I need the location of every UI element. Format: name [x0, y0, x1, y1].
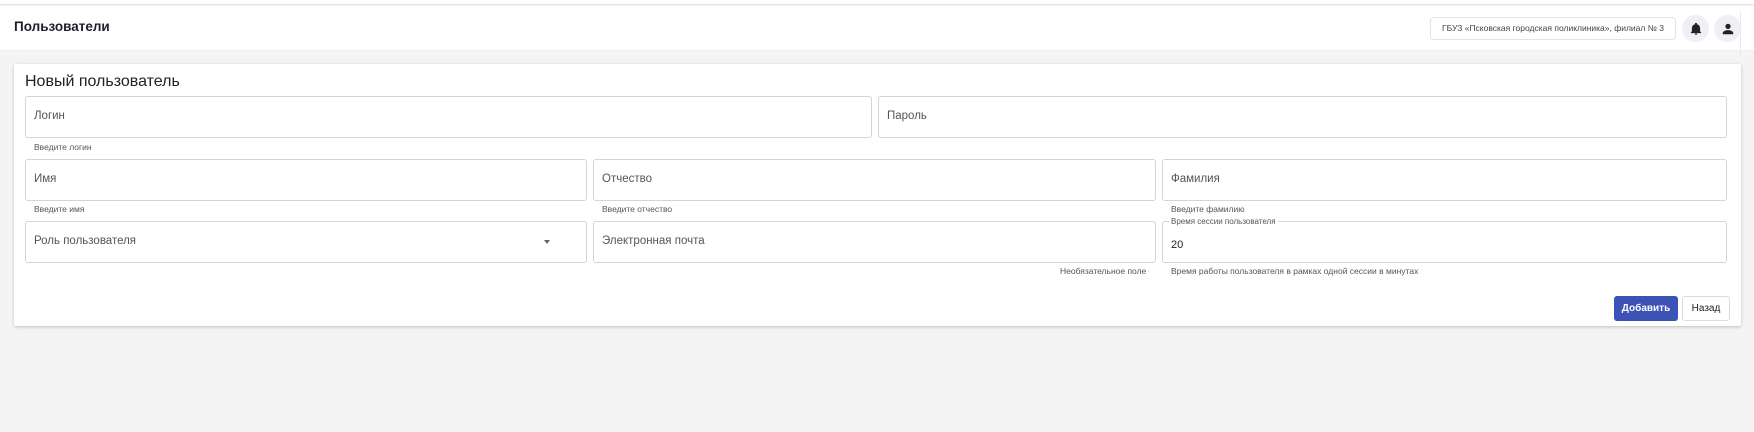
patronymic-field[interactable]: Отчество: [593, 159, 1156, 201]
new-user-form: Новый пользователь Логин Введите логин П…: [14, 64, 1741, 326]
email-label: Электронная почта: [602, 235, 705, 247]
form-title: Новый пользователь: [25, 73, 180, 90]
account-button[interactable]: [1714, 15, 1741, 42]
top-edge: [0, 0, 1754, 5]
role-label: Роль пользователя: [34, 235, 137, 247]
first-name-hint: Введите имя: [34, 204, 85, 214]
session-time-field[interactable]: Время сессии пользователя 20: [1162, 217, 1727, 263]
login-field[interactable]: Логин: [25, 96, 872, 138]
user-icon: [1722, 23, 1733, 34]
patronymic-label: Отчество: [602, 173, 652, 185]
role-select[interactable]: Роль пользователя: [25, 221, 587, 263]
first-name-label: Имя: [34, 173, 57, 185]
chevron-down-icon[interactable]: [544, 240, 550, 244]
bell-icon: [1690, 22, 1701, 35]
session-time-hint: Время работы пользователя в рамках одной…: [1171, 266, 1419, 276]
password-label: Пароль: [887, 110, 927, 122]
last-name-field[interactable]: Фамилия: [1162, 159, 1727, 201]
login-label: Логин: [34, 110, 65, 122]
notifications-button[interactable]: [1682, 15, 1709, 42]
last-name-hint: Введите фамилию: [1171, 204, 1245, 214]
password-field[interactable]: Пароль: [878, 96, 1727, 138]
email-hint: Необязательное поле: [1060, 266, 1147, 276]
login-hint: Введите логин: [34, 142, 92, 152]
last-name-label: Фамилия: [1171, 173, 1220, 185]
add-button[interactable]: Добавить: [1614, 296, 1678, 321]
session-time-label: Время сессии пользователя: [1169, 217, 1278, 226]
email-field[interactable]: Электронная почта: [593, 221, 1156, 263]
first-name-field[interactable]: Имя: [25, 159, 587, 201]
patronymic-hint: Введите отчество: [602, 204, 673, 214]
organization-selector[interactable]: ГБУЗ «Псковская городская поликлиника», …: [1430, 17, 1676, 40]
session-time-value: 20: [1171, 239, 1184, 251]
divider: [1740, 12, 1741, 57]
page-title: Пользователи: [14, 19, 110, 34]
app-bar: Пользователи ГБУЗ «Псковская городская п…: [0, 6, 1754, 57]
back-button[interactable]: Назад: [1682, 296, 1730, 321]
